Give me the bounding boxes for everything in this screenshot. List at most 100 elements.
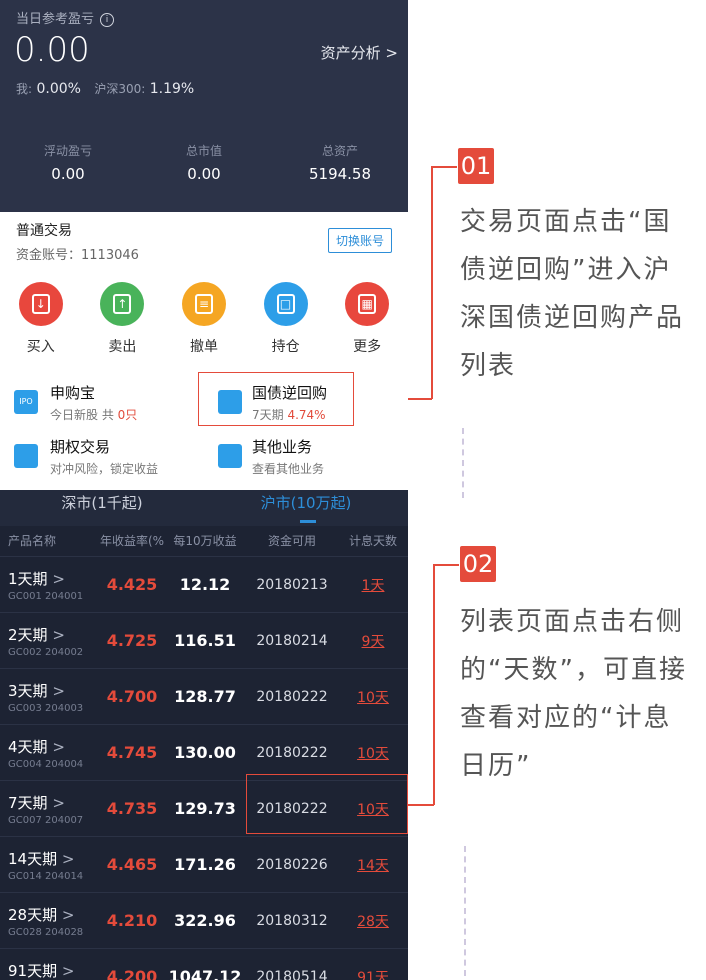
product-name: 2天期 bbox=[8, 625, 48, 644]
active-tab-indicator bbox=[300, 520, 316, 523]
interest-days-link[interactable]: 9天 bbox=[338, 631, 408, 651]
gain-per-100k: 116.51 bbox=[174, 631, 236, 650]
chevron-right-icon: > bbox=[61, 961, 75, 980]
table-row[interactable]: 1天期 > GC001 204001 4.425 12.12 20180213 1天 bbox=[0, 556, 408, 612]
gain-per-100k: 322.96 bbox=[174, 911, 236, 930]
daily-pnl-label: 当日参考盈亏 bbox=[16, 12, 95, 27]
repo-product-list: 深市(1千起) 沪市(10万起) 产品名称 年收益率(%) 每10万收益 资金可… bbox=[0, 490, 408, 980]
return-ratios: 我: 0.00% 沪深300: 1.19% bbox=[16, 80, 194, 97]
connector-line-1-top bbox=[431, 166, 457, 168]
tab-shenzhen[interactable]: 深市(1千起) bbox=[0, 490, 204, 526]
buy-button[interactable]: ↓ 买入 bbox=[0, 282, 82, 356]
switch-account-button[interactable]: 切换账号 bbox=[327, 228, 392, 253]
info-icon[interactable]: i bbox=[100, 13, 115, 27]
table-row[interactable]: 4天期 > GC004 204004 4.745 130.00 20180222 10天 bbox=[0, 724, 408, 780]
stat-floating-pnl: 浮动盈亏 0.00 bbox=[43, 144, 92, 183]
gain-per-100k: 130.00 bbox=[174, 743, 236, 762]
interest-days-link[interactable]: 10天 bbox=[338, 687, 408, 707]
asset-analysis-link[interactable]: 资产分析 > bbox=[321, 42, 398, 63]
my-return-label: 我: bbox=[16, 82, 33, 96]
phone-screen: 当日参考盈亏 i 0.00 资产分析 > 我: 0.00% 沪深300: 1.19… bbox=[0, 0, 408, 980]
table-row[interactable]: 3天期 > GC003 204003 4.700 128.77 20180222 10天 bbox=[0, 668, 408, 724]
more-button[interactable]: ▦ 更多 bbox=[326, 282, 408, 356]
index-return-label: 沪深300: bbox=[94, 82, 146, 96]
product-name: 3天期 bbox=[8, 681, 48, 700]
other-business-item[interactable]: 其他业务 查看其他业务 bbox=[252, 436, 324, 477]
interest-days-link[interactable]: 14天 bbox=[338, 855, 408, 875]
header-name: 产品名称 bbox=[8, 534, 57, 548]
more-grid-icon: ▦ bbox=[345, 282, 390, 326]
interest-days-link[interactable]: 1天 bbox=[338, 575, 408, 595]
product-name-cell: 4天期 > GC004 204004 bbox=[0, 736, 100, 770]
connector-line-2 bbox=[408, 804, 434, 806]
funds-available-date: 20180514 bbox=[256, 968, 328, 980]
funds-available-date: 20180213 bbox=[256, 576, 328, 593]
annual-rate: 4.425 bbox=[106, 575, 158, 594]
connector-line-1 bbox=[408, 398, 432, 400]
days-highlight bbox=[246, 774, 408, 834]
table-row[interactable]: 28天期 > GC028 204028 4.210 322.96 20180312 28天 bbox=[0, 892, 408, 948]
account-type: 普通交易 bbox=[16, 223, 72, 239]
chevron-right-icon: > bbox=[52, 737, 65, 756]
table-row[interactable]: 2天期 > GC002 204002 4.725 116.51 20180214 9天 bbox=[0, 612, 408, 668]
positions-button[interactable]: □ 持仓 bbox=[245, 282, 327, 356]
summary-stats: 浮动盈亏 0.00 总市值 0.00 总资产 5194.58 bbox=[0, 142, 408, 183]
header-gain: 每10万收益 bbox=[173, 534, 237, 548]
account-number: 资金账号：1113046 bbox=[16, 248, 139, 263]
annual-rate: 4.700 bbox=[106, 687, 158, 706]
product-code: GC014 204014 bbox=[8, 870, 84, 882]
product-code: GC004 204004 bbox=[8, 758, 84, 770]
product-code: GC001 204001 bbox=[8, 590, 84, 602]
annual-rate: 4.735 bbox=[106, 799, 158, 818]
header-days: 计息天数 bbox=[348, 534, 397, 548]
options-trading-item[interactable]: 期权交易 对冲风险，锁定收益 bbox=[50, 436, 158, 477]
list-header: 产品名称 年收益率(%) 每10万收益 资金可用 计息天数 bbox=[0, 526, 408, 556]
funds-available-date: 20180222 bbox=[256, 688, 328, 705]
annual-rate: 4.465 bbox=[106, 855, 158, 874]
product-code: GC028 204028 bbox=[8, 926, 84, 938]
sell-button[interactable]: ↑ 卖出 bbox=[82, 282, 164, 356]
annual-rate: 4.745 bbox=[106, 743, 158, 762]
annual-rate: 4.725 bbox=[106, 631, 158, 650]
gain-per-100k: 171.26 bbox=[174, 855, 236, 874]
gain-per-100k: 129.73 bbox=[174, 799, 236, 818]
product-name-cell: 14天期 > GC014 204014 bbox=[0, 848, 100, 882]
product-name: 91天期 bbox=[8, 961, 58, 980]
product-name-cell: 2天期 > GC002 204002 bbox=[0, 624, 100, 658]
interest-days-link[interactable]: 91天 bbox=[338, 967, 408, 980]
connector-line-2-top bbox=[433, 564, 459, 566]
cancel-order-button[interactable]: ≡ 撤单 bbox=[163, 282, 245, 356]
index-return-value: 1.19% bbox=[149, 81, 195, 97]
funds-available-date: 20180222 bbox=[256, 744, 328, 761]
connector-line-2-vertical bbox=[433, 564, 435, 805]
product-rows: 1天期 > GC001 204001 4.425 12.12 20180213 1天 2天期… bbox=[0, 556, 408, 980]
interest-days-link[interactable]: 28天 bbox=[338, 911, 408, 931]
table-row[interactable]: 14天期 > GC014 204014 4.465 171.26 20180226 14天 bbox=[0, 836, 408, 892]
chevron-right-icon: > bbox=[52, 681, 65, 700]
chevron-right-icon: > bbox=[385, 44, 398, 62]
daily-pnl-value: 0.00 bbox=[14, 30, 90, 70]
gain-per-100k: 1047.12 bbox=[168, 967, 242, 980]
step-note-1: 交易页面点击“国债逆回购”进入沪深国债逆回购产品列表 bbox=[460, 207, 685, 381]
header-date: 资金可用 bbox=[267, 534, 316, 548]
ipo-subscription-item[interactable]: 申购宝 今日新股 共 0只 bbox=[50, 382, 137, 423]
product-name: 1天期 bbox=[8, 569, 48, 588]
buy-icon: ↓ bbox=[18, 282, 63, 326]
funds-available-date: 20180214 bbox=[256, 632, 328, 649]
product-name-cell: 3天期 > GC003 204003 bbox=[0, 680, 100, 714]
stat-total-assets: 总资产 5194.58 bbox=[308, 144, 372, 183]
chevron-right-icon: > bbox=[52, 625, 65, 644]
chevron-right-icon: > bbox=[61, 905, 75, 924]
options-chart-icon bbox=[14, 444, 38, 468]
annual-rate: 4.210 bbox=[106, 911, 158, 930]
trade-actions: ↓ 买入 ↑ 卖出 ≡ 撤单 □ 持仓 ▦ 更多 bbox=[0, 282, 408, 356]
product-name-cell: 91天期 >GC091 204091 bbox=[0, 960, 100, 980]
ipo-icon: IPO bbox=[14, 390, 38, 414]
product-name: 4天期 bbox=[8, 737, 48, 756]
product-code: GC002 204002 bbox=[8, 646, 84, 658]
interest-days-link[interactable]: 10天 bbox=[338, 743, 408, 763]
reverse-repo-highlight bbox=[198, 372, 354, 426]
table-row[interactable]: 91天期 >GC091 204091 4.200 1047.12 20180514 91… bbox=[0, 948, 408, 980]
product-code: GC003 204003 bbox=[8, 702, 84, 714]
annual-rate: 4.200 bbox=[106, 967, 158, 980]
